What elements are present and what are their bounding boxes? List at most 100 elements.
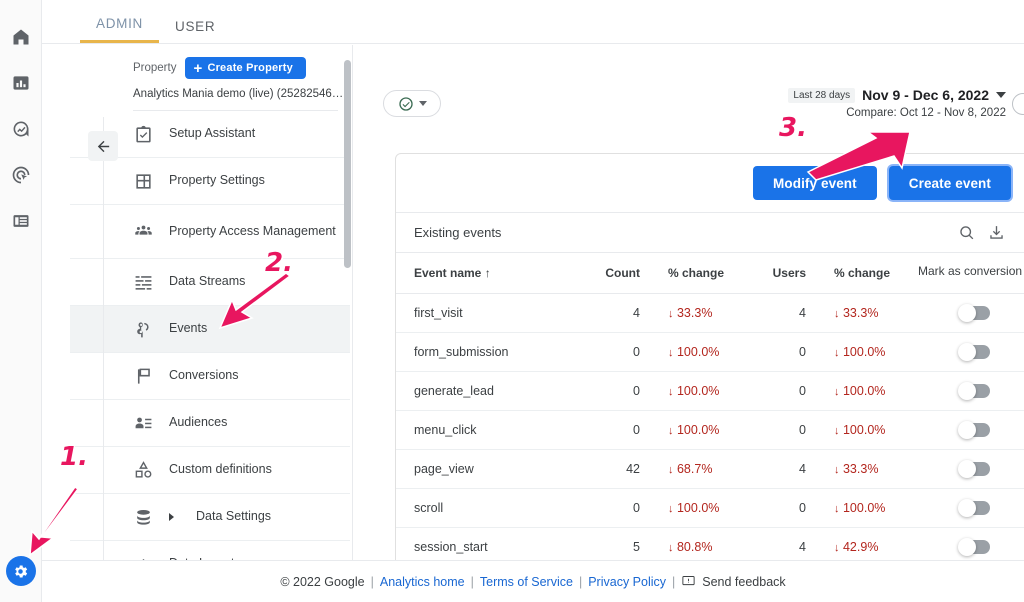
sidebar-item-property-access-management[interactable]: Property Access Management bbox=[70, 205, 350, 259]
column-header-event-name[interactable]: Event name ↑ bbox=[396, 253, 586, 294]
gear-icon[interactable] bbox=[6, 556, 36, 586]
table-row[interactable]: scroll0↓ 100.0%0↓ 100.0% bbox=[396, 489, 1024, 528]
date-compare-label: Compare: Oct 12 - Nov 8, 2022 bbox=[788, 107, 1006, 119]
conversion-toggle[interactable] bbox=[960, 540, 990, 554]
conversion-toggle[interactable] bbox=[960, 462, 990, 476]
down-arrow-icon: ↓ bbox=[668, 308, 674, 320]
arrow-left-icon bbox=[95, 138, 112, 155]
table-title-row: Existing events bbox=[396, 212, 1024, 252]
cell-users: 4 bbox=[752, 450, 814, 489]
tab-user[interactable]: USER bbox=[159, 19, 231, 43]
cell-count: 0 bbox=[586, 411, 648, 450]
sidebar-item-label: Custom definitions bbox=[169, 462, 272, 478]
cell-count-change-value: 100.0% bbox=[677, 384, 719, 398]
cell-users-change-value: 100.0% bbox=[843, 501, 885, 515]
down-arrow-icon: ↓ bbox=[668, 503, 674, 515]
existing-events-table: Event name ↑ Count % change Users % chan… bbox=[396, 252, 1024, 567]
conversion-toggle[interactable] bbox=[960, 423, 990, 437]
down-arrow-icon: ↓ bbox=[834, 503, 840, 515]
cell-event-name[interactable]: page_view bbox=[396, 450, 586, 489]
toggle-knob bbox=[958, 460, 976, 478]
sidebar-item-audiences[interactable]: Audiences bbox=[70, 400, 350, 447]
table-row[interactable]: generate_lead0↓ 100.0%0↓ 100.0% bbox=[396, 372, 1024, 411]
search-icon[interactable] bbox=[951, 223, 981, 242]
date-range-selector[interactable]: Last 28 days Nov 9 - Dec 6, 2022 Compare… bbox=[788, 87, 1006, 119]
analytics-home-link[interactable]: Analytics home bbox=[380, 575, 465, 589]
cell-count: 42 bbox=[586, 450, 648, 489]
sidebar-item-label: Conversions bbox=[169, 368, 238, 384]
cell-event-name[interactable]: generate_lead bbox=[396, 372, 586, 411]
chevron-down-icon bbox=[419, 101, 427, 106]
column-header-label: Mark as conversion bbox=[918, 264, 1022, 278]
create-property-button[interactable]: + Create Property bbox=[185, 57, 306, 79]
down-arrow-icon: ↓ bbox=[668, 425, 674, 437]
explore-icon[interactable] bbox=[0, 106, 42, 152]
cell-count: 0 bbox=[586, 372, 648, 411]
sidebar-item-data-settings[interactable]: Data Settings bbox=[70, 494, 350, 541]
sidebar-item-conversions[interactable]: Conversions bbox=[70, 353, 350, 400]
property-name[interactable]: Analytics Mania demo (live) (25282546… bbox=[70, 79, 350, 110]
download-icon[interactable] bbox=[981, 223, 1011, 242]
table-row[interactable]: menu_click0↓ 100.0%0↓ 100.0% bbox=[396, 411, 1024, 450]
annotation-marker-1: 1. bbox=[60, 442, 88, 472]
advertising-icon[interactable] bbox=[0, 152, 42, 198]
column-header-count[interactable]: Count bbox=[586, 253, 648, 294]
table-title: Existing events bbox=[414, 225, 951, 240]
annotation-marker-2: 2. bbox=[265, 248, 293, 278]
down-arrow-icon: ↓ bbox=[834, 386, 840, 398]
sidebar-item-data-import[interactable]: Data Import bbox=[70, 541, 350, 560]
expand-caret-icon[interactable] bbox=[169, 513, 174, 521]
admin-pane-scrollbar[interactable] bbox=[344, 60, 351, 268]
column-header-count-change[interactable]: % change bbox=[648, 253, 752, 294]
collapse-pane-button[interactable] bbox=[88, 131, 118, 161]
column-header-mark-as-conversion: Mark as conversion ? bbox=[918, 253, 1024, 294]
cell-event-name[interactable]: form_submission bbox=[396, 333, 586, 372]
events-touch-icon bbox=[133, 319, 153, 339]
column-header-users-change[interactable]: % change bbox=[814, 253, 918, 294]
home-icon[interactable] bbox=[0, 14, 42, 60]
cell-mark-as-conversion bbox=[918, 489, 1024, 528]
table-row[interactable]: page_view42↓ 68.7%4↓ 33.3% bbox=[396, 450, 1024, 489]
property-label: Property bbox=[133, 62, 176, 74]
sidebar-item-label: Property Settings bbox=[169, 173, 265, 189]
toggle-knob bbox=[958, 421, 976, 439]
column-header-users[interactable]: Users bbox=[752, 253, 814, 294]
table-row[interactable]: form_submission0↓ 100.0%0↓ 100.0% bbox=[396, 333, 1024, 372]
audience-icon bbox=[133, 413, 153, 433]
avatar[interactable] bbox=[1012, 93, 1024, 115]
conversion-toggle[interactable] bbox=[960, 345, 990, 359]
cell-event-name[interactable]: scroll bbox=[396, 489, 586, 528]
cell-users-change-value: 33.3% bbox=[843, 462, 878, 476]
conversion-toggle[interactable] bbox=[960, 501, 990, 515]
chevron-down-icon bbox=[996, 92, 1006, 98]
audience-selector-button[interactable] bbox=[383, 90, 441, 117]
cell-users-change-value: 42.9% bbox=[843, 540, 878, 554]
cell-users-change: ↓ 33.3% bbox=[814, 294, 918, 333]
property-header-row: Property + Create Property bbox=[70, 45, 350, 79]
sidebar-item-custom-definitions[interactable]: Custom definitions bbox=[70, 447, 350, 494]
conversion-toggle[interactable] bbox=[960, 306, 990, 320]
annotation-arrow-2 bbox=[200, 272, 295, 342]
date-range-value: Nov 9 - Dec 6, 2022 bbox=[862, 87, 989, 103]
table-row[interactable]: first_visit4↓ 33.3%4↓ 33.3% bbox=[396, 294, 1024, 333]
cell-count-change: ↓ 68.7% bbox=[648, 450, 752, 489]
library-icon[interactable] bbox=[0, 198, 42, 244]
privacy-policy-link[interactable]: Privacy Policy bbox=[588, 575, 666, 589]
footer-separator: | bbox=[471, 575, 474, 589]
flag-icon bbox=[133, 366, 153, 386]
reports-icon[interactable] bbox=[0, 60, 42, 106]
sidebar-item-property-settings[interactable]: Property Settings bbox=[70, 158, 350, 205]
annotation-arrow-3 bbox=[806, 128, 916, 183]
cell-event-name[interactable]: menu_click bbox=[396, 411, 586, 450]
cell-event-name[interactable]: first_visit bbox=[396, 294, 586, 333]
tab-admin[interactable]: ADMIN bbox=[80, 16, 159, 43]
shapes-icon bbox=[133, 460, 153, 480]
cell-users: 0 bbox=[752, 489, 814, 528]
conversion-toggle[interactable] bbox=[960, 384, 990, 398]
down-arrow-icon: ↓ bbox=[668, 386, 674, 398]
cell-users: 4 bbox=[752, 294, 814, 333]
existing-events-card: Modify event Create event Existing event… bbox=[395, 153, 1024, 568]
check-circle-icon bbox=[398, 96, 414, 112]
terms-of-service-link[interactable]: Terms of Service bbox=[480, 575, 573, 589]
annotation-marker-3: 3. bbox=[779, 113, 807, 143]
